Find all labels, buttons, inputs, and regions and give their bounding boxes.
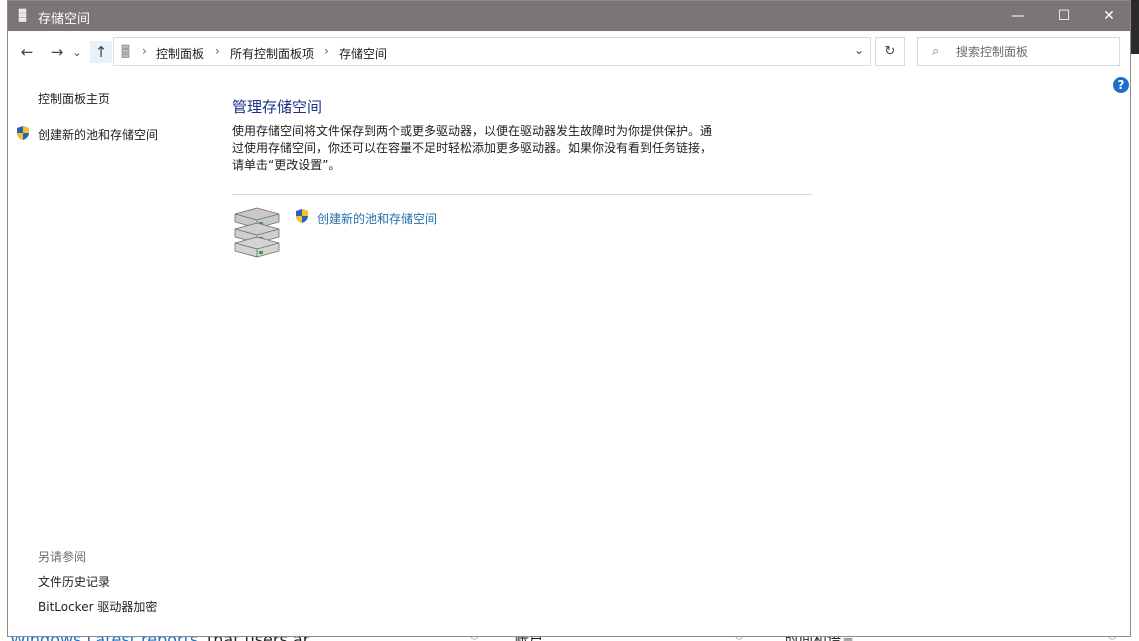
back-arrow-icon: ← — [20, 43, 34, 61]
sidebar-control-panel-home[interactable]: 控制面板主页 — [38, 90, 110, 107]
storage-spaces-icon — [18, 8, 27, 22]
title-bar[interactable]: 存储空间 — ☐ ✕ — [8, 1, 1130, 31]
maximize-button[interactable]: ☐ — [1041, 1, 1087, 31]
storage-spaces-window: 存储空间 — ☐ ✕ ← → ⌄ ↑ › 控制面板 › 所有控制面板项 › 存储… — [7, 0, 1131, 637]
back-button[interactable]: ← — [16, 41, 38, 63]
help-icon[interactable]: ? — [1113, 77, 1129, 93]
forward-arrow-icon: → — [50, 43, 64, 61]
breadcrumb-separator-icon: › — [324, 44, 329, 58]
up-arrow-icon: ↑ — [94, 43, 108, 61]
see-also-bitlocker[interactable]: BitLocker 驱动器加密 — [38, 598, 157, 615]
page-description: 使用存储空间将文件保存到两个或更多驱动器，以便在驱动器发生故障时为你提供保护。通… — [232, 124, 713, 172]
breadcrumb-separator-icon: › — [215, 44, 220, 58]
up-button[interactable]: ↑ — [90, 41, 112, 63]
navigation-bar: ← → ⌄ ↑ › 控制面板 › 所有控制面板项 › 存储空间 ⌄ ↻ ⌕ — [8, 31, 1130, 71]
refresh-button[interactable]: ↻ — [875, 37, 905, 66]
minimize-icon: — — [1011, 8, 1025, 24]
refresh-icon: ↻ — [884, 44, 896, 59]
forward-button[interactable]: → — [46, 41, 68, 63]
search-box[interactable]: ⌕ — [917, 37, 1120, 66]
chevron-down-icon: ⌄ — [72, 45, 82, 59]
close-button[interactable]: ✕ — [1086, 1, 1132, 31]
storage-spaces-icon — [121, 44, 130, 58]
recent-locations-button[interactable]: ⌄ — [70, 41, 84, 63]
create-pool-link[interactable]: 创建新的池和存储空间 — [317, 210, 437, 227]
breadcrumb-all-items[interactable]: 所有控制面板项 — [230, 45, 314, 62]
divider — [232, 194, 812, 195]
see-also-file-history[interactable]: 文件历史记录 — [38, 573, 110, 590]
drives-icon — [234, 207, 280, 258]
breadcrumb-storage-spaces[interactable]: 存储空间 — [339, 45, 387, 62]
window-title: 存储空间 — [38, 12, 91, 27]
search-icon: ⌕ — [932, 44, 940, 59]
shield-icon — [296, 209, 308, 223]
page-title: 管理存储空间 — [232, 98, 323, 116]
see-also-heading: 另请参阅 — [38, 550, 87, 564]
shield-icon — [17, 126, 29, 140]
background-edge — [1131, 0, 1139, 54]
breadcrumb-control-panel[interactable]: 控制面板 — [156, 45, 204, 62]
address-bar[interactable]: › 控制面板 › 所有控制面板项 › 存储空间 ⌄ — [113, 37, 871, 66]
minimize-button[interactable]: — — [995, 1, 1041, 31]
maximize-icon: ☐ — [1057, 8, 1071, 24]
close-icon: ✕ — [1103, 8, 1115, 24]
breadcrumb-separator-icon: › — [142, 44, 147, 58]
address-dropdown-icon[interactable]: ⌄ — [854, 43, 864, 57]
search-input[interactable] — [956, 43, 1106, 61]
sidebar-create-pool[interactable]: 创建新的池和存储空间 — [38, 126, 158, 143]
